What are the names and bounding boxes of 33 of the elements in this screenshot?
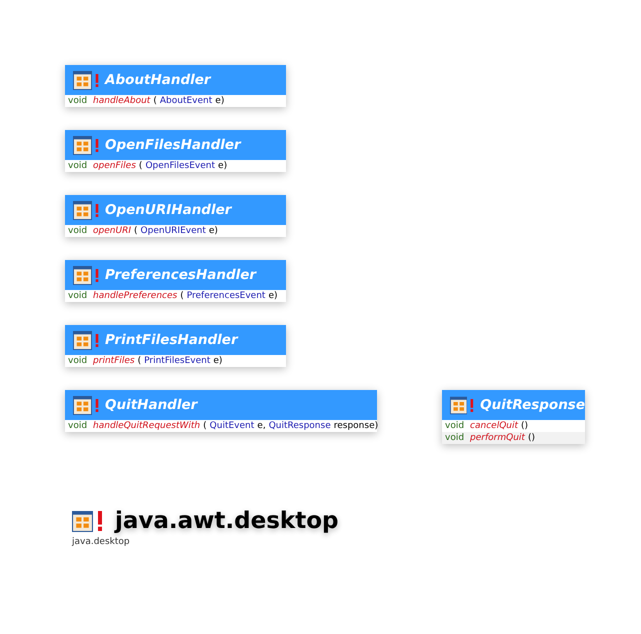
- module-name: java.desktop: [72, 537, 131, 547]
- exclamation-icon: [95, 268, 99, 282]
- class-icon: [450, 396, 468, 414]
- class-name: QuitHandler: [105, 397, 198, 413]
- exclamation-icon: [95, 398, 99, 412]
- method-signature: void handleAbout ( AboutEvent e): [65, 95, 286, 107]
- exclamation-icon: [95, 204, 99, 216]
- exclamation-icon: [95, 334, 99, 346]
- exclamation-icon: [470, 398, 474, 412]
- class-icon: [73, 136, 92, 154]
- class-icon: [73, 396, 92, 414]
- class-name: PrintFilesHandler: [105, 332, 238, 348]
- exclamation-icon: [95, 74, 99, 86]
- class-name: OpenFilesHandler: [105, 137, 241, 153]
- method-signature: void cancelQuit (): [442, 420, 585, 432]
- method-signature: void performQuit (): [442, 432, 585, 444]
- method-signature: void printFiles ( PrintFilesEvent e): [65, 355, 286, 367]
- package-title: java.awt.desktop: [115, 508, 338, 534]
- class-icon: [73, 330, 92, 350]
- method-signature: void handlePreferences ( PreferencesEvent e): [65, 290, 286, 302]
- method-signature: void handleQuitRequestWith ( QuitEvent e, QuitResponse response): [65, 420, 377, 432]
- exclamation-icon: [95, 138, 99, 152]
- class-name: PreferencesHandler: [105, 267, 256, 283]
- class-icon: [73, 70, 92, 90]
- class-icon: [73, 200, 92, 220]
- class-icon: [73, 266, 92, 284]
- exclamation-icon: [97, 511, 103, 531]
- method-signature: void openFiles ( OpenFilesEvent e): [65, 160, 286, 172]
- method-signature: void openURI ( OpenURIEvent e): [65, 225, 286, 237]
- class-name: OpenURIHandler: [105, 202, 232, 218]
- class-name: QuitResponse: [480, 397, 585, 413]
- class-name: AboutHandler: [105, 72, 211, 88]
- class-icon: [72, 510, 93, 532]
